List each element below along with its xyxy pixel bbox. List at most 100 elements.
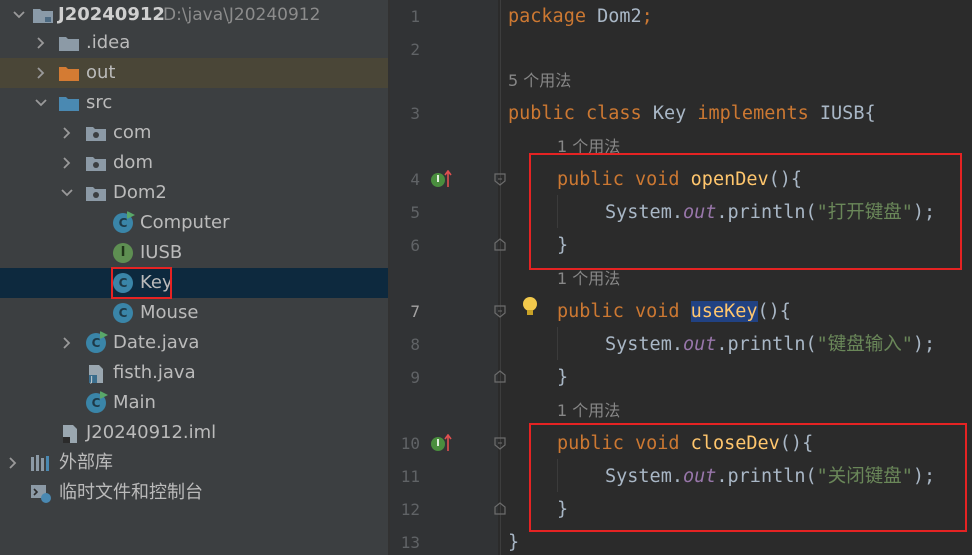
root-name: J20240912 [58, 4, 165, 25]
tree-item-mouse[interactable]: C Mouse [0, 298, 388, 328]
class-ref-token: System. [605, 334, 683, 355]
tree-item-label: IUSB [140, 242, 183, 263]
chevron-right-icon[interactable] [4, 448, 20, 478]
tree-item-external-libraries[interactable]: 外部库 [0, 448, 388, 478]
fold-icon[interactable] [492, 435, 508, 451]
implements-method-icon[interactable]: I [431, 437, 445, 451]
code-line-3[interactable]: public class Key implements IUSB{ [508, 97, 876, 130]
chevron-right-icon[interactable] [32, 28, 48, 58]
java-class-icon: C [86, 391, 108, 413]
java-class-icon: C [113, 303, 133, 323]
tree-item-dom2[interactable]: Dom2 [0, 178, 388, 208]
tree-item-label: Main [113, 392, 156, 413]
tree-item-date-java[interactable]: C Date.java [0, 328, 388, 358]
tree-root[interactable]: J20240912 D:\java\J20240912 [0, 0, 388, 30]
library-icon [30, 448, 52, 478]
java-interface-icon: I [113, 243, 133, 263]
method-call-token: .println( [716, 334, 817, 355]
brace-token: { [864, 103, 876, 124]
brace-token: { [779, 301, 791, 322]
tree-item-label: com [113, 122, 152, 143]
tree-item-label: J20240912.iml [86, 422, 217, 443]
chevron-down-icon[interactable] [32, 88, 48, 118]
fold-end-icon[interactable] [492, 237, 508, 253]
tree-item-main[interactable]: C Main [0, 388, 388, 418]
lightbulb-icon[interactable] [521, 296, 539, 320]
fold-end-icon[interactable] [492, 369, 508, 385]
brace-token: } [508, 532, 520, 553]
keyword-token: class [585, 103, 642, 124]
string-token: "键盘输入" [816, 334, 913, 355]
scratches-icon [30, 478, 52, 508]
chevron-right-icon[interactable] [32, 58, 48, 88]
indent-guide [557, 327, 558, 360]
code-line-7[interactable]: public void useKey(){ [557, 295, 791, 328]
keyword-token: void [634, 301, 680, 322]
keyword-token: package [508, 6, 586, 27]
line-number: 5 [410, 203, 420, 222]
tree-item-label: out [86, 62, 116, 83]
line-number: 6 [410, 236, 420, 255]
tree-item-fisth-java[interactable]: J fisth.java [0, 358, 388, 388]
line-number: 4 [410, 170, 420, 189]
module-folder-icon [32, 0, 54, 30]
tree-item-label: Dom2 [113, 182, 167, 203]
chevron-right-icon[interactable] [58, 328, 74, 358]
code-line-13[interactable]: } [508, 526, 519, 555]
tree-item-key[interactable]: C Key [0, 268, 388, 298]
line-number: 9 [410, 368, 420, 387]
implements-method-icon[interactable]: I [431, 173, 445, 187]
usage-hint-class[interactable]: 5 个用法 [508, 64, 571, 97]
package-icon [85, 148, 107, 178]
tree-item-com[interactable]: com [0, 118, 388, 148]
semicolon-token: ; [641, 6, 653, 27]
tree-item-label: fisth.java [113, 362, 196, 383]
tree-item-scratches[interactable]: 临时文件和控制台 [0, 478, 388, 508]
chevron-right-icon[interactable] [58, 118, 74, 148]
keyword-token: public [508, 103, 575, 124]
keyword-token: public [557, 301, 624, 322]
tree-item-iml[interactable]: J20240912.iml [0, 418, 388, 448]
line-number: 13 [400, 533, 420, 552]
tree-item-label: src [86, 92, 113, 113]
line-number: 1 [410, 7, 420, 26]
code-line-8[interactable]: System.out.println("键盘输入"); [605, 328, 935, 361]
open-dev-highlight-box [529, 153, 962, 270]
keyword-token: implements [697, 103, 809, 124]
project-tree-panel: J20240912 D:\java\J20240912 .idea out sr… [0, 0, 388, 555]
indent-guide [500, 0, 501, 555]
line-number-current: 7 [410, 302, 420, 321]
arrow-up-icon [444, 170, 452, 187]
line-number: 2 [410, 40, 420, 59]
folder-icon [58, 28, 80, 58]
code-line-9[interactable]: } [557, 361, 568, 394]
chevron-right-icon[interactable] [58, 148, 74, 178]
tree-item-idea[interactable]: .idea [0, 28, 388, 58]
tree-item-computer[interactable]: C Computer [0, 208, 388, 238]
tree-item-iusb[interactable]: I IUSB [0, 238, 388, 268]
class-name-token: Key [652, 103, 687, 124]
package-icon [85, 178, 107, 208]
tree-item-src[interactable]: src [0, 88, 388, 118]
source-folder-icon [58, 88, 80, 118]
tree-item-label: dom [113, 152, 153, 173]
field-token: out [682, 334, 717, 355]
chevron-down-icon[interactable] [58, 178, 74, 208]
line-number: 8 [410, 335, 420, 354]
tree-item-label: Computer [140, 212, 230, 233]
call-end-token: ); [912, 334, 936, 355]
line-number: 3 [410, 104, 420, 123]
key-highlight-box [111, 267, 172, 299]
fold-icon[interactable] [492, 303, 508, 319]
fold-end-icon[interactable] [492, 501, 508, 517]
java-file-icon: J [86, 358, 108, 388]
root-path: D:\java\J20240912 [163, 5, 321, 25]
tree-item-dom[interactable]: dom [0, 148, 388, 178]
tree-item-label: Date.java [113, 332, 200, 353]
package-icon [85, 118, 107, 148]
fold-icon[interactable] [492, 171, 508, 187]
code-line-1[interactable]: package Dom2; [508, 0, 653, 33]
tree-item-out[interactable]: out [0, 58, 388, 88]
java-class-icon: C [113, 211, 135, 233]
chevron-down-icon[interactable] [10, 0, 26, 30]
